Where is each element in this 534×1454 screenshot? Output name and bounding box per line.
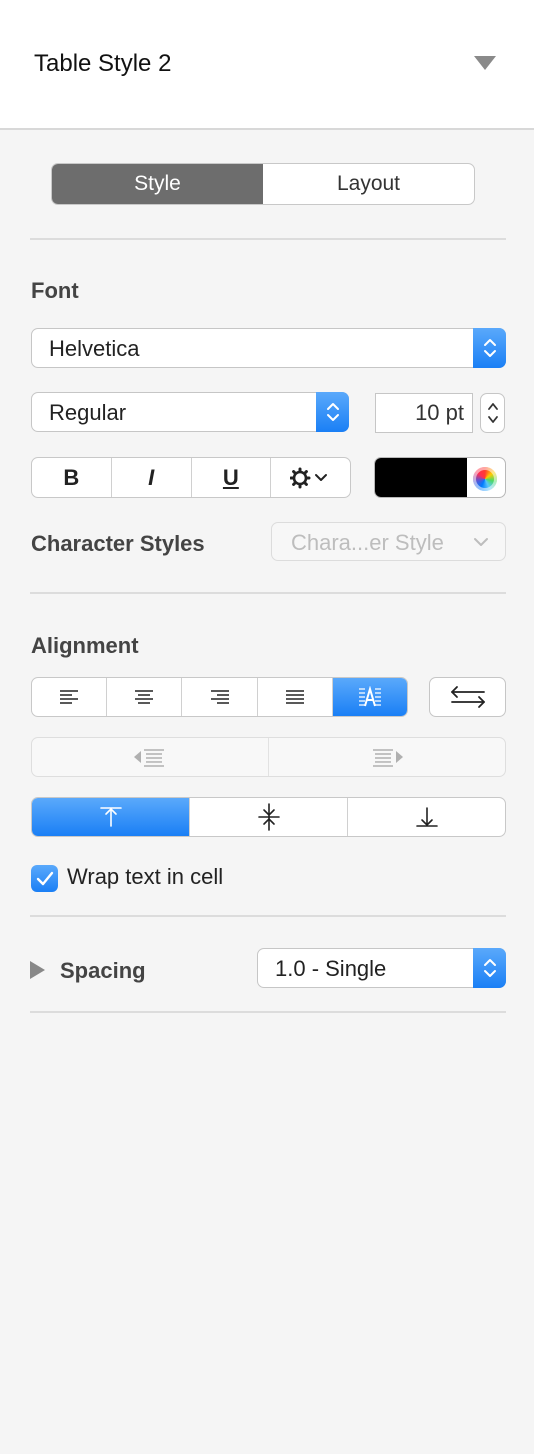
auto-align-icon xyxy=(358,686,381,707)
align-right-button[interactable] xyxy=(182,678,258,716)
vertical-alignment-buttons xyxy=(31,797,506,837)
character-style-value: Chara...er Style xyxy=(291,530,444,555)
spacing-value: 1.0 - Single xyxy=(275,956,387,981)
spacing-label: Spacing xyxy=(60,958,146,983)
typeface-popup[interactable]: Regular xyxy=(31,392,349,432)
disclosure-triangle-icon[interactable] xyxy=(474,56,496,70)
increase-indent-button[interactable] xyxy=(269,738,505,776)
align-bottom-button[interactable] xyxy=(348,798,505,836)
popup-arrows-icon xyxy=(473,948,506,988)
wrap-text-checkbox[interactable] xyxy=(31,865,58,892)
align-middle-icon xyxy=(257,803,280,831)
font-family-popup[interactable]: Helvetica xyxy=(31,328,506,368)
wrap-text-label: Wrap text in cell xyxy=(67,864,224,889)
text-direction-icon xyxy=(450,686,485,708)
indent-buttons xyxy=(31,737,506,777)
divider xyxy=(30,592,506,594)
decrease-indent-button[interactable] xyxy=(32,738,269,776)
table-style-title: Table Style 2 xyxy=(34,50,172,77)
disclosure-triangle-icon[interactable] xyxy=(30,961,45,979)
align-top-icon xyxy=(99,807,122,827)
font-size-stepper[interactable] xyxy=(480,393,505,433)
font-family-value: Helvetica xyxy=(49,336,140,361)
popup-arrows-icon xyxy=(473,328,506,368)
auto-align-button[interactable] xyxy=(332,678,407,716)
justify-icon xyxy=(285,690,304,704)
text-direction-button[interactable] xyxy=(429,677,506,717)
decrease-indent-icon xyxy=(134,749,164,767)
gear-icon xyxy=(289,467,327,488)
checkmark-icon xyxy=(36,871,53,885)
font-size-field[interactable]: 10 pt xyxy=(375,393,473,433)
italic-button[interactable]: I xyxy=(112,458,192,497)
align-right-icon xyxy=(210,690,229,704)
align-top-button[interactable] xyxy=(32,798,190,836)
popup-arrows-icon xyxy=(316,392,349,432)
alignment-section-label: Alignment xyxy=(31,633,139,658)
justify-button[interactable] xyxy=(258,678,333,716)
align-left-icon xyxy=(60,690,79,704)
inspector-tabs: Style Layout xyxy=(51,163,475,205)
color-wheel-icon[interactable] xyxy=(473,467,497,491)
color-swatch xyxy=(375,458,467,497)
text-style-buttons: B I U xyxy=(31,457,351,498)
character-styles-label: Character Styles xyxy=(31,531,205,556)
text-color-well[interactable] xyxy=(374,457,506,498)
tab-layout[interactable]: Layout xyxy=(263,164,474,204)
typeface-value: Regular xyxy=(49,400,127,425)
divider xyxy=(30,1011,506,1013)
horizontal-alignment-buttons xyxy=(31,677,408,717)
bold-button[interactable]: B xyxy=(32,458,112,497)
align-center-button[interactable] xyxy=(107,678,183,716)
spacing-popup[interactable]: 1.0 - Single xyxy=(257,948,506,988)
font-section-label: Font xyxy=(31,278,79,303)
format-header: Table Style 2 xyxy=(0,0,534,130)
stepper-arrows-icon xyxy=(487,403,498,423)
character-style-popup: Chara...er Style xyxy=(271,522,506,561)
increase-indent-icon xyxy=(373,749,403,767)
align-center-icon xyxy=(135,690,154,704)
text-options-button[interactable] xyxy=(271,458,350,497)
divider xyxy=(30,238,506,240)
underline-button[interactable]: U xyxy=(192,458,272,497)
align-middle-button[interactable] xyxy=(190,798,348,836)
align-left-button[interactable] xyxy=(32,678,108,716)
align-bottom-icon xyxy=(415,807,438,827)
divider xyxy=(30,915,506,917)
chevron-down-icon xyxy=(474,538,488,546)
tab-style[interactable]: Style xyxy=(52,164,263,204)
